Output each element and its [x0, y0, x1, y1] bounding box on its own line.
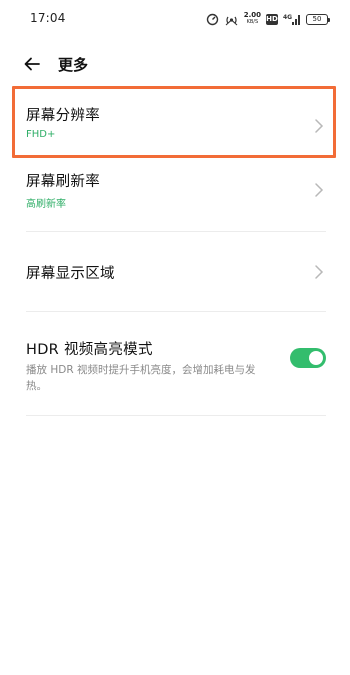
setting-item-label: HDR 视频高亮模式 — [26, 342, 153, 358]
settings-screen: 17:04 2.00 KB/S HD 4G 50 更多 屏幕分辨率 FHD+ 屏… — [0, 0, 350, 675]
highlight-box — [12, 86, 336, 158]
network-speed-value: 2.00 — [243, 11, 261, 19]
page-title: 更多 — [58, 56, 89, 74]
divider — [26, 231, 326, 232]
data-saver-icon — [206, 13, 219, 26]
setting-item-refresh-rate[interactable]: 屏幕刷新率 高刷新率 — [26, 170, 326, 210]
svg-text:4G: 4G — [283, 14, 292, 21]
hdr-toggle-switch[interactable] — [290, 348, 326, 368]
setting-item-label: 屏幕显示区域 — [26, 266, 115, 282]
setting-item-value: 高刷新率 — [26, 199, 66, 210]
network-speed: 2.00 KB/S — [244, 12, 261, 26]
divider — [26, 311, 326, 312]
setting-item-hdr-mode[interactable]: HDR 视频高亮模式 播放 HDR 视频时提升手机亮度，会增加耗电与发热。 — [26, 338, 326, 394]
hd-badge: HD — [266, 13, 278, 25]
chevron-right-icon — [314, 182, 324, 198]
header-bar: 更多 — [0, 46, 350, 84]
hotspot-icon — [224, 13, 239, 26]
signal-icon: 4G — [283, 13, 301, 26]
divider — [26, 415, 326, 416]
status-icons: 2.00 KB/S HD 4G 50 — [206, 11, 330, 27]
status-time: 17:04 — [30, 11, 66, 25]
chevron-right-icon — [314, 264, 324, 280]
setting-item-display-area[interactable]: 屏幕显示区域 — [26, 262, 326, 286]
back-arrow-icon[interactable] — [22, 54, 42, 74]
network-speed-unit: KB/S — [246, 19, 259, 25]
status-bar: 17:04 2.00 KB/S HD 4G 50 — [0, 0, 350, 38]
toggle-knob — [309, 351, 323, 365]
setting-item-label: 屏幕刷新率 — [26, 174, 100, 190]
setting-item-description: 播放 HDR 视频时提升手机亮度，会增加耗电与发热。 — [26, 364, 256, 392]
battery-indicator: 50 — [306, 13, 330, 25]
